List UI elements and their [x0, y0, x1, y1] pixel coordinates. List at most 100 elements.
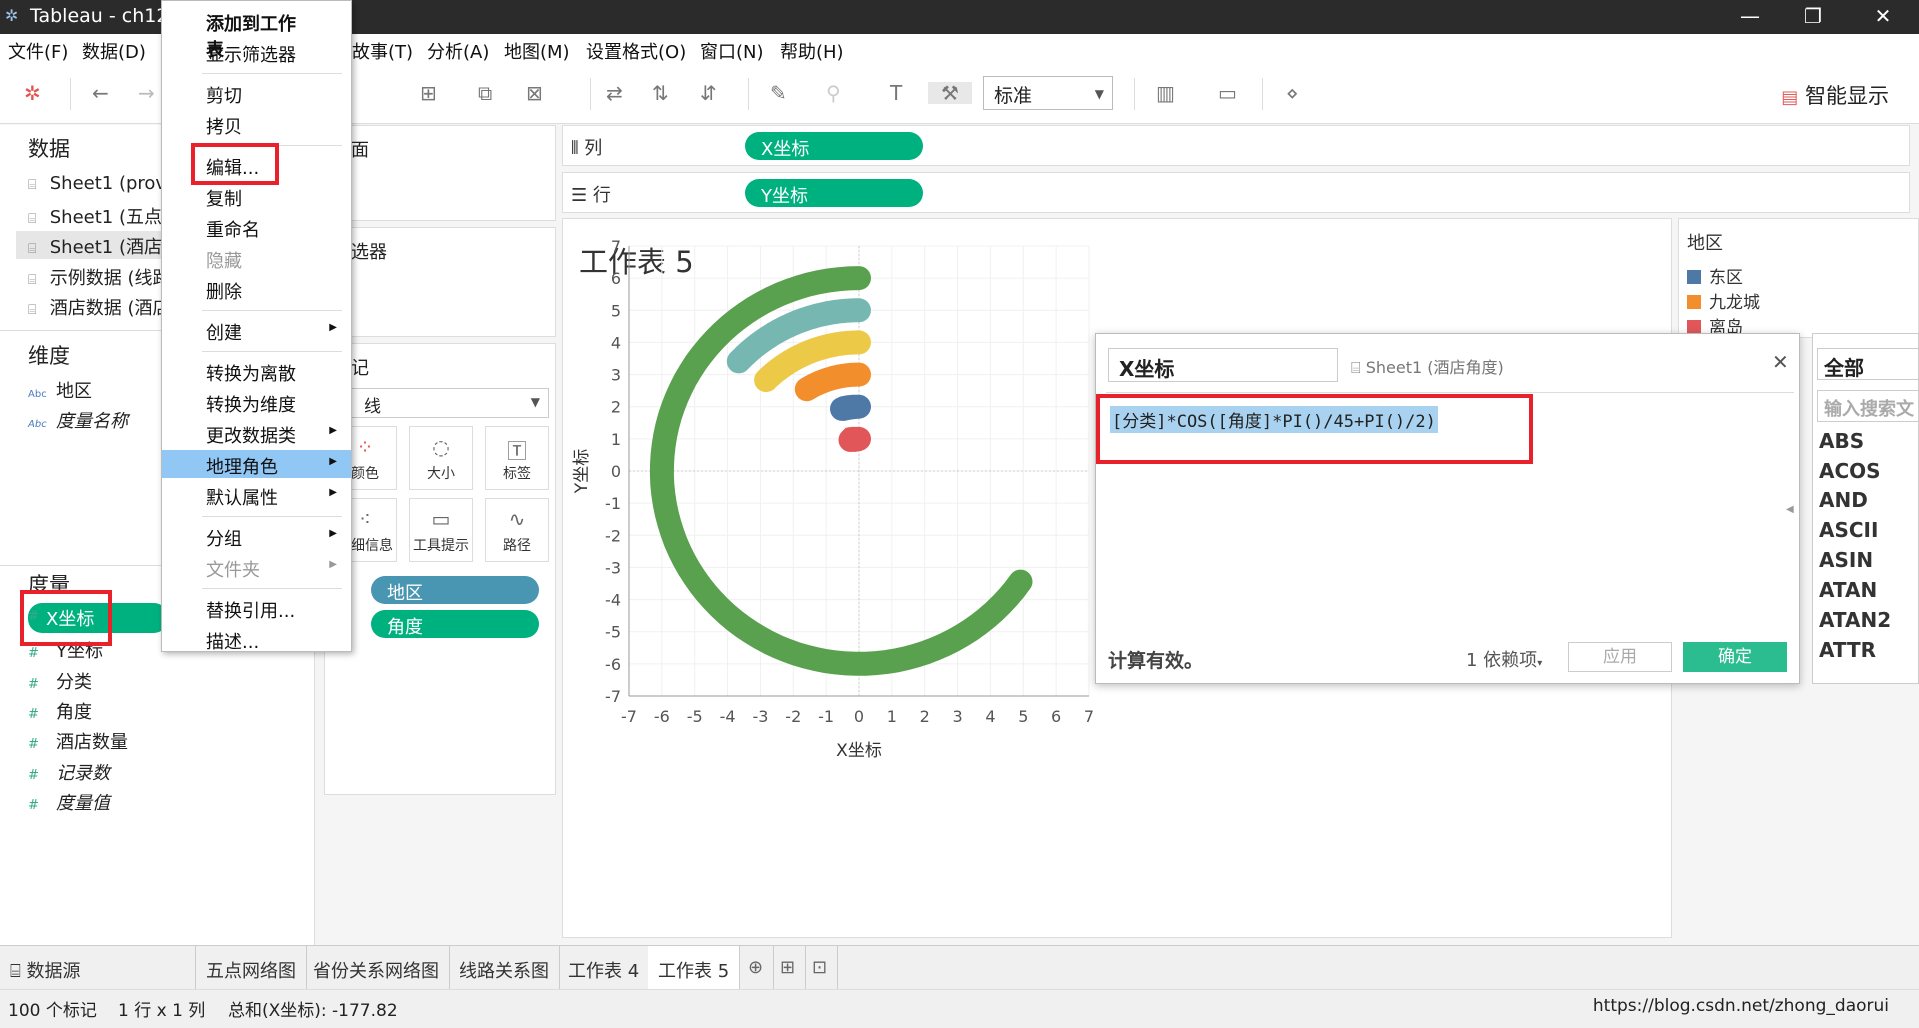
context-menu-item[interactable]: 默认属性 ▶ — [162, 481, 351, 509]
forward-arrow-icon[interactable]: → — [138, 82, 155, 104]
tab-sheet[interactable]: 工作表 4 — [558, 946, 651, 990]
context-menu-item[interactable]: 更改数据类型▶ — [162, 419, 351, 473]
context-menu-item[interactable]: 剪切 — [162, 79, 351, 107]
context-menu-item[interactable]: 创建 ▶ — [162, 316, 351, 344]
columns-shelf[interactable]: ⫴ 列 X坐标 — [562, 125, 1910, 166]
sort-desc-icon[interactable]: ⇵ — [700, 82, 717, 104]
function-item[interactable]: ASCII — [1819, 518, 1878, 542]
context-menu-item[interactable]: 替换引用... — [162, 594, 351, 622]
function-item[interactable]: AND — [1819, 488, 1868, 512]
mark-type-select[interactable]: 线 ▼ — [333, 388, 549, 418]
function-search-input[interactable]: 输入搜索文 — [1817, 390, 1919, 422]
field-context-menu: 添加到工作表 显示筛选器 剪切 拷贝 编辑... 复制 重命名 隐藏 删除 创建 ▶ 转换为离散 转换为… — [161, 0, 352, 653]
field-region[interactable]: Abc 地区 — [28, 377, 92, 403]
tab-sheet[interactable]: 省份关系网络图 — [303, 946, 450, 990]
legend-label: 东区 — [1709, 268, 1743, 288]
menu-item-label: 拷贝 — [206, 117, 242, 138]
path-button[interactable]: ∿ 路径 — [485, 498, 549, 562]
presentation-icon[interactable]: ▭ — [1218, 82, 1237, 104]
data-source-label: Sheet1 (五点 — [49, 207, 162, 228]
tableau-home-icon[interactable]: ✲ — [24, 82, 41, 104]
dependencies-dropdown[interactable]: 1 依赖项▾ — [1466, 646, 1542, 672]
duplicate-sheet-icon[interactable]: ⧉ — [478, 82, 492, 104]
fix-axes-icon[interactable]: ⚒ — [928, 82, 972, 104]
context-menu-item[interactable]: 拷贝 — [162, 110, 351, 138]
data-source-item[interactable]: ⌸ 酒店数据 (酒店 — [28, 294, 170, 320]
menu-data[interactable]: 数据(D) — [82, 38, 146, 64]
menu-file[interactable]: 文件(F) — [8, 38, 68, 64]
field-angle[interactable]: # 角度 — [28, 698, 92, 724]
x-coordinate-pill[interactable]: X坐标 — [745, 132, 923, 160]
tooltip-button[interactable]: ▭ 工具提示 — [409, 498, 473, 562]
size-button[interactable]: ◌ 大小 — [409, 426, 473, 490]
data-source-item[interactable]: ⌸ Sheet1 (prov — [28, 173, 166, 194]
tab-sheet-active[interactable]: 工作表 5 — [648, 946, 741, 990]
data-source-item[interactable]: ⌸ 示例数据 (线路 — [28, 264, 170, 290]
context-menu-item[interactable]: 地理角色 ▶ — [162, 450, 351, 478]
context-menu-item[interactable]: 转换为维度 — [162, 388, 351, 416]
y-coordinate-pill[interactable]: Y坐标 — [745, 179, 923, 207]
menu-help[interactable]: 帮助(H) — [780, 38, 844, 64]
angle-path-pill[interactable]: 角度 — [371, 610, 539, 638]
function-item[interactable]: ABS — [1819, 429, 1864, 453]
context-menu-item[interactable]: 添加到工作表 — [162, 7, 351, 61]
tab-data-source[interactable]: ⌸ 数据源 — [0, 946, 196, 990]
menu-format[interactable]: 设置格式(O) — [586, 38, 686, 64]
new-worksheet-icon[interactable]: ⊞ — [420, 82, 437, 104]
function-item[interactable]: ATTR — [1819, 638, 1876, 662]
legend-item[interactable]: 东区 — [1687, 263, 1743, 288]
tab-sheet[interactable]: 线路关系图 — [449, 946, 560, 990]
pages-card[interactable]: 页面 — [324, 125, 556, 221]
highlight-icon[interactable]: ✎ — [770, 82, 787, 104]
context-menu-item[interactable]: 删除 — [162, 275, 351, 303]
legend-item[interactable]: 九龙城 — [1687, 288, 1760, 313]
label-button[interactable]: 🅃 标签 — [485, 426, 549, 490]
show-cards-icon[interactable]: ▥ — [1156, 82, 1175, 104]
field-hotel-count[interactable]: # 酒店数量 — [28, 728, 128, 754]
function-item[interactable]: ATAN — [1819, 578, 1877, 602]
context-menu-item[interactable]: 转换为离散 — [162, 357, 351, 385]
group-icon[interactable]: ⚲ — [826, 82, 841, 104]
new-story-icon[interactable]: ⊡ — [802, 946, 839, 990]
view-size-select[interactable]: 标准 ▼ — [983, 76, 1113, 110]
new-worksheet-icon[interactable]: ⊕ — [738, 946, 775, 990]
filters-card[interactable]: 筛选器 — [324, 227, 556, 337]
menu-analysis[interactable]: 分析(A) — [427, 38, 489, 64]
region-color-pill[interactable]: 地区 — [371, 576, 539, 604]
calc-name-field[interactable]: X坐标 — [1108, 348, 1338, 382]
apply-button[interactable]: 应用 — [1568, 642, 1672, 672]
field-category[interactable]: # 分类 — [28, 668, 92, 694]
data-source-item[interactable]: ⌸ Sheet1 (五点 — [28, 203, 162, 229]
back-arrow-icon[interactable]: ← — [92, 82, 109, 104]
ok-button[interactable]: 确定 — [1683, 642, 1787, 672]
smart-show-button[interactable]: ▤ 智能显示 — [1781, 80, 1889, 110]
tab-sheet[interactable]: 五点网络图 — [196, 946, 307, 990]
share-icon[interactable]: ⋄ — [1286, 82, 1299, 104]
new-dashboard-icon[interactable]: ⊞ — [770, 946, 807, 990]
collapse-arrow-icon[interactable]: ◀ — [1786, 504, 1794, 515]
sort-asc-icon[interactable]: ⇅ — [652, 82, 669, 104]
function-item[interactable]: ACOS — [1819, 459, 1881, 483]
context-menu-item[interactable]: 显示筛选器 — [162, 38, 351, 66]
menu-map[interactable]: 地图(M) — [504, 38, 570, 64]
context-menu-item[interactable]: 重命名 — [162, 213, 351, 241]
field-record-count[interactable]: # 记录数 — [28, 759, 110, 785]
context-menu-item[interactable]: 分组 ▶ — [162, 522, 351, 550]
labels-icon[interactable]: T — [890, 82, 902, 104]
context-menu-item[interactable]: 复制 — [162, 182, 351, 210]
rows-shelf[interactable]: ☰ 行 Y坐标 — [562, 172, 1910, 213]
function-category-select[interactable]: 全部 — [1817, 348, 1919, 380]
field-measure-values[interactable]: # 度量值 — [28, 789, 110, 815]
function-item[interactable]: ASIN — [1819, 548, 1873, 572]
maximize-button[interactable]: ❐ — [1783, 0, 1843, 34]
close-icon[interactable]: ✕ — [1772, 350, 1789, 374]
field-measure-names[interactable]: Abc 度量名称 — [28, 407, 128, 433]
menu-window[interactable]: 窗口(N) — [700, 38, 764, 64]
clear-sheet-icon[interactable]: ⊠ — [526, 82, 543, 104]
menu-story[interactable]: 故事(T) — [352, 38, 413, 64]
minimize-button[interactable]: — — [1720, 0, 1780, 34]
function-item[interactable]: ATAN2 — [1819, 608, 1891, 632]
swap-icon[interactable]: ⇄ — [606, 82, 623, 104]
close-window-button[interactable]: ✕ — [1853, 0, 1913, 34]
context-menu-item[interactable]: 描述... — [162, 625, 351, 653]
